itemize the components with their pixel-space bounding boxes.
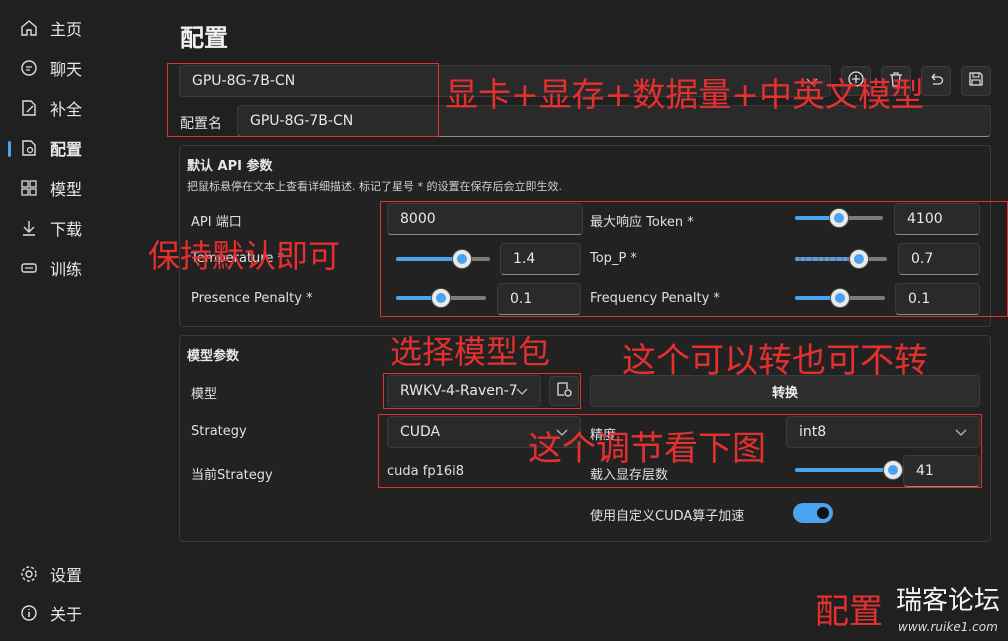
annotation-adjust: 这个调节看下图 [528,429,766,469]
sidebar-item-train[interactable]: 训练 [20,253,82,283]
config-file-icon [20,139,38,157]
sidebar-item-models[interactable]: 模型 [20,173,82,203]
presence-penalty-label: Presence Penalty * [191,291,313,306]
annotation-box-config [167,63,439,137]
strategy-label: Strategy [191,424,247,439]
annotation-convert: 这个可以转也可不转 [622,341,928,381]
sidebar-item-chat[interactable]: 聊天 [20,53,82,83]
watermark-url: www.ruike1.com [898,620,998,634]
watermark-text: 瑞客论坛 [896,586,1001,616]
sidebar-item-label: 下载 [50,220,83,239]
sidebar-item-label: 主页 [50,20,83,39]
model-panel-title: 模型参数 [187,349,240,364]
home-icon [20,19,38,37]
current-strategy-label: 当前Strategy [191,468,273,483]
sidebar: 主页 聊天 补全 配置 模型 下载 训练 设置 关于 [0,0,160,641]
info-icon [20,604,38,622]
sidebar-item-label: 模型 [50,180,83,199]
gear-icon [20,565,38,583]
sidebar-item-settings[interactable]: 设置 [20,559,82,589]
sidebar-item-about[interactable]: 关于 [20,598,82,628]
page-title: 配置 [180,24,228,52]
sidebar-item-label: 配置 [50,140,83,159]
annotation-box-model [383,373,581,409]
api-port-label: API 端口 [191,215,242,230]
reset-config-button[interactable] [921,66,951,96]
grid-icon [20,179,38,197]
sidebar-item-completion[interactable]: 补全 [20,93,82,123]
train-icon [20,259,38,277]
custom-cuda-toggle[interactable] [793,503,833,523]
chat-icon [20,59,38,77]
annotation-choose-model: 选择模型包 [390,333,551,371]
annotation-box-api [380,201,1008,317]
sidebar-item-label: 训练 [50,260,83,279]
sidebar-item-label: 补全 [50,100,83,119]
sidebar-item-download[interactable]: 下载 [20,213,82,243]
undo-icon [927,70,945,92]
sidebar-item-label: 设置 [50,566,83,585]
model-label: 模型 [191,387,218,402]
save-config-button[interactable] [961,66,991,96]
sidebar-item-home[interactable]: 主页 [20,13,82,43]
api-panel-title: 默认 API 参数 [187,159,273,174]
custom-cuda-label: 使用自定义CUDA算子加速 [590,509,745,524]
annotation-gpu: 显卡+显存+数据量+中英文模型 [445,75,924,114]
annotation-config: 配置 [815,592,883,632]
sidebar-item-label: 关于 [50,605,83,624]
sidebar-item-label: 聊天 [50,60,83,79]
sidebar-item-config[interactable]: 配置 [7,133,83,163]
download-icon [20,219,38,237]
toggle-knob [817,507,829,519]
api-panel-hint: 把鼠标悬停在文本上查看详细描述. 标记了星号 * 的设置在保存后会立即生效. [187,180,562,193]
annotation-keep-default: 保持默认即可 [148,237,341,275]
pencil-icon [20,99,38,117]
save-icon [967,70,985,92]
